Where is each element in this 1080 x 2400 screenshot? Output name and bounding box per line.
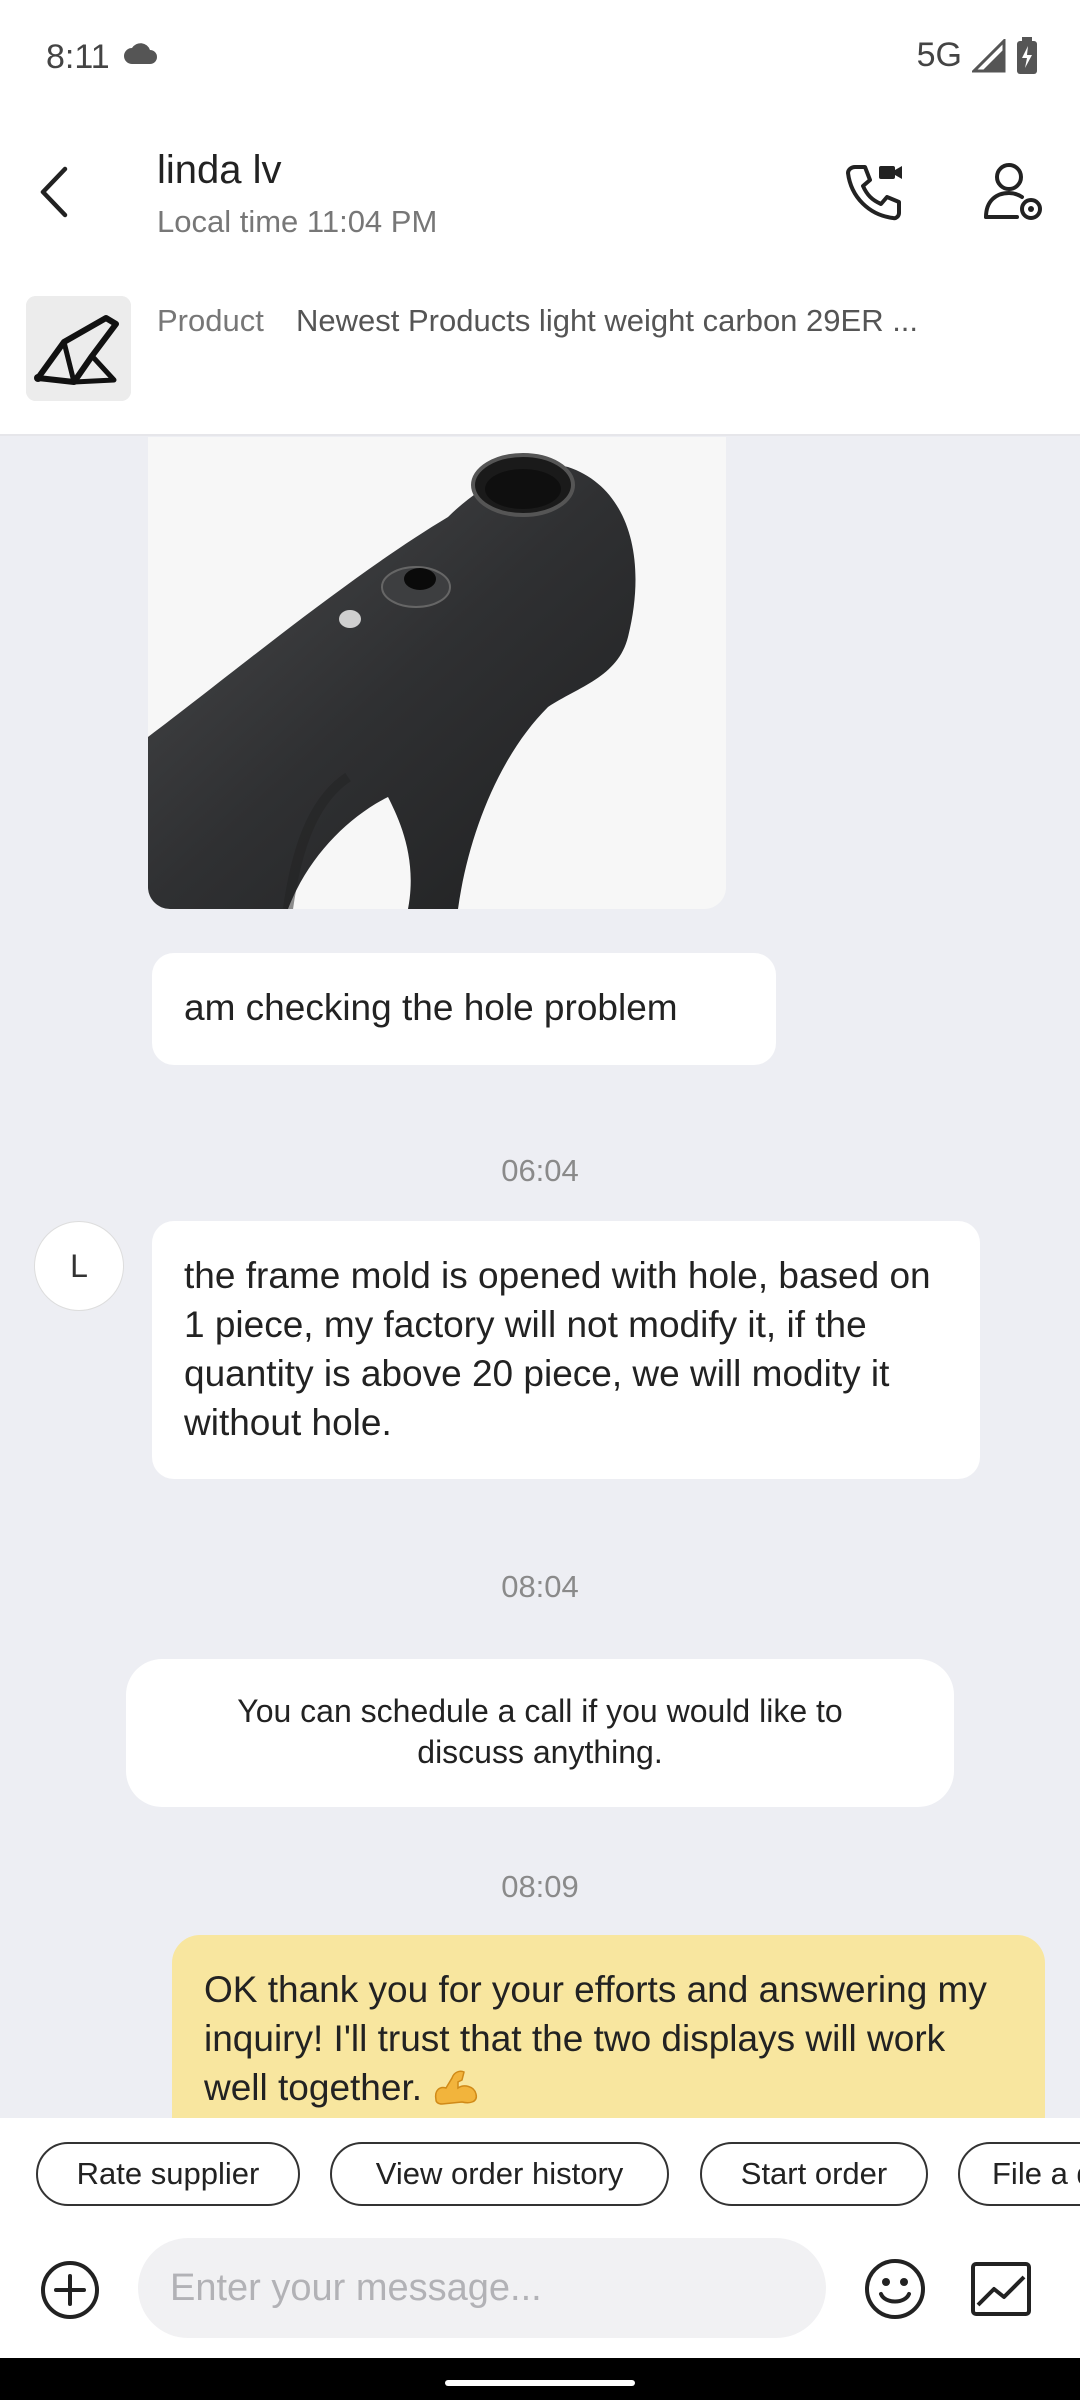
system-navigation-bar (0, 2358, 1080, 2400)
smiley-icon (865, 2259, 925, 2319)
add-attachment-button[interactable] (38, 2258, 102, 2322)
bike-frame-image (26, 296, 131, 401)
product-label: Product (157, 303, 264, 338)
flexed-biceps-icon (435, 2070, 478, 2105)
chevron-left-icon (40, 166, 68, 218)
system-message-text: You can schedule a call if you would lik… (237, 1693, 843, 1770)
message-input[interactable] (138, 2238, 826, 2338)
rate-supplier-chip[interactable]: Rate supplier (36, 2142, 300, 2206)
image-icon (971, 2262, 1031, 2316)
contact-name[interactable]: linda lv (157, 148, 282, 193)
video-call-button[interactable] (836, 154, 912, 230)
system-message: You can schedule a call if you would lik… (126, 1659, 954, 1807)
phone-video-icon (846, 165, 902, 221)
cloud-icon (124, 43, 157, 64)
message-timestamp: 08:09 (501, 1869, 579, 1904)
avatar[interactable]: L (34, 1221, 124, 1311)
chat-messages[interactable]: am checking the hole problem 06:04 L the… (0, 437, 1080, 2118)
network-type: 5G (916, 36, 962, 74)
view-order-history-chip[interactable]: View order history (330, 2142, 669, 2206)
start-order-chip[interactable]: Start order (700, 2142, 928, 2206)
image-button[interactable] (968, 2256, 1034, 2322)
sent-message[interactable]: OK thank you for your efforts and answer… (172, 1935, 1045, 2118)
image-message[interactable] (148, 437, 726, 909)
message-timestamp: 06:04 (501, 1153, 579, 1188)
product-thumbnail[interactable] (26, 296, 131, 401)
status-time: 8:11 (46, 38, 110, 76)
status-bar: 8:11 5G (0, 0, 1080, 118)
signal-icon (972, 38, 1006, 72)
received-message[interactable]: the frame mold is opened with hole, base… (152, 1221, 980, 1479)
emoji-button[interactable] (862, 2256, 928, 2322)
plus-circle-icon (41, 2261, 99, 2319)
product-title[interactable]: Newest Products light weight carbon 29ER… (296, 303, 986, 339)
message-timestamp: 08:04 (501, 1569, 579, 1604)
home-indicator[interactable] (445, 2380, 635, 2386)
quick-actions-bar[interactable]: Rate supplier View order history Start o… (0, 2118, 1080, 2228)
contact-profile-button[interactable] (976, 154, 1052, 230)
back-button[interactable] (26, 160, 82, 224)
product-bar[interactable]: Product Newest Products light weight car… (0, 266, 1080, 436)
message-composer (0, 2228, 1080, 2358)
user-settings-icon (984, 163, 1042, 220)
status-indicators: 5G (917, 36, 1038, 75)
chat-header: linda lv Local time 11:04 PM (0, 118, 1080, 266)
file-a-dispute-chip[interactable]: File a dispute (958, 2142, 1080, 2206)
received-message[interactable]: am checking the hole problem (152, 953, 776, 1065)
sent-message-text: OK thank you for your efforts and answer… (204, 1969, 987, 2108)
frame-photo (148, 437, 726, 909)
battery-icon (1017, 36, 1037, 74)
local-time: Local time 11:04 PM (157, 204, 438, 239)
